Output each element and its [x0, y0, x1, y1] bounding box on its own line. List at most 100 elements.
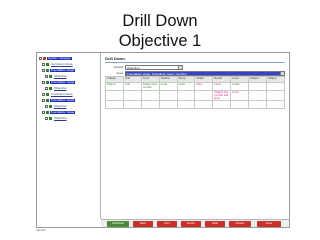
- tree-item-label: System manager: [47, 56, 72, 60]
- expand-icon[interactable]: [45, 75, 48, 78]
- tree-item[interactable]: Objective: [45, 74, 68, 79]
- header-divider: [105, 62, 285, 63]
- tree-item-label: Curriculum Area: [51, 62, 73, 66]
- table-cell: Subject and number and level: [212, 90, 232, 101]
- table-row[interactable]: Subject Year Subject and number Level Level A…: [105, 82, 285, 91]
- table-cell: Level: [158, 82, 178, 91]
- tree-item[interactable]: Foundation stage: [42, 110, 76, 115]
- expand-icon[interactable]: [42, 111, 45, 114]
- table-cell: Level: [176, 82, 196, 91]
- toolbar-button[interactable]: Close: [257, 221, 281, 227]
- toolbar-button[interactable]: Print: [157, 221, 177, 227]
- folder-icon: [49, 87, 52, 90]
- table-cell: [266, 90, 285, 101]
- tree-item-label: Foundation stage: [50, 98, 76, 102]
- toolbar-button[interactable]: Options: [229, 221, 251, 227]
- tree-item-label: Objective: [54, 74, 67, 78]
- tree-item-label: Objective: [54, 86, 67, 90]
- expand-icon[interactable]: [42, 93, 45, 96]
- filter-criteria-value: Objective: [127, 65, 140, 70]
- tree-item-label: Curriculum Area: [51, 92, 73, 96]
- folder-icon: [46, 63, 49, 66]
- tree-item[interactable]: Curriculum Area: [42, 92, 74, 97]
- folder-icon: [46, 69, 49, 72]
- app-window: System manager Curriculum Area Foundation …: [36, 52, 290, 228]
- table-cell: [194, 90, 214, 101]
- table-cell: [158, 100, 178, 109]
- folder-icon: [46, 93, 49, 96]
- tree-item[interactable]: Foundation stage: [42, 98, 76, 103]
- footer-text: Version: [36, 228, 47, 232]
- slide-subtitle: Objective 1: [118, 32, 202, 50]
- tree-item[interactable]: Objective: [45, 116, 68, 121]
- slide-title: Drill Down: [122, 12, 198, 30]
- pane-header: Drill Down: [105, 56, 125, 61]
- table-row[interactable]: Subject and number and level Level: [105, 90, 285, 101]
- table-cell: [248, 100, 268, 109]
- table-cell: [105, 100, 124, 109]
- expand-icon[interactable]: [42, 69, 45, 72]
- folder-icon: [49, 75, 52, 78]
- table-cell: Subject: [105, 82, 124, 91]
- table-cell: [122, 100, 142, 109]
- toolbar-button[interactable]: Chart: [205, 221, 225, 227]
- filter-criteria-label: Criteria: [113, 65, 123, 69]
- expand-icon[interactable]: [45, 105, 48, 108]
- tree-item[interactable]: Objective: [45, 86, 68, 91]
- table-cell: [140, 100, 160, 109]
- table-cell: [266, 100, 285, 109]
- chevron-down-icon[interactable]: [280, 71, 284, 75]
- tree-item[interactable]: Curriculum Area: [42, 62, 74, 67]
- table-cell: Year: [122, 82, 142, 91]
- tree-item-label: Foundation stage: [50, 110, 76, 114]
- table-cell: Level: [212, 82, 232, 91]
- table-cell: Subject and number: [140, 82, 160, 91]
- expand-icon[interactable]: [42, 63, 45, 66]
- tree-item[interactable]: Foundation stage: [42, 68, 76, 73]
- folder-icon: [49, 105, 52, 108]
- table-cell: Area: [194, 82, 214, 91]
- tree-item-label: Foundation stage: [50, 68, 76, 72]
- table-cell: Grade: [230, 82, 250, 91]
- table-cell: [194, 100, 214, 109]
- filter-area-value: Foundation stage: Individual / team / Nu…: [127, 71, 187, 76]
- tree-item[interactable]: Objective: [45, 104, 68, 109]
- tree-pane: System manager Curriculum Area Foundation …: [37, 53, 101, 219]
- table-cell: [230, 100, 250, 109]
- tree-item[interactable]: Foundation stage: [42, 80, 76, 85]
- toolbar-button[interactable]: Export: [181, 221, 201, 227]
- toolbar-button[interactable]: Drill Down: [107, 221, 129, 227]
- table-row[interactable]: [105, 100, 285, 109]
- filter-criteria-select[interactable]: Objective: [125, 64, 183, 70]
- filter-area-label: Area: [116, 71, 123, 75]
- filter-area-select[interactable]: Foundation stage: Individual / team / Nu…: [125, 70, 285, 76]
- tree-item-label: Objective: [54, 116, 67, 120]
- results-table: Criteria Year Level Teacher Score Grade Result…: [105, 76, 285, 109]
- folder-icon: [49, 117, 52, 120]
- toolbar-button[interactable]: Back: [133, 221, 153, 227]
- folder-icon: [43, 57, 46, 60]
- table-cell: Level: [230, 90, 250, 101]
- table-cell: [140, 90, 160, 101]
- expand-icon[interactable]: [42, 99, 45, 102]
- table-cell: [248, 82, 268, 91]
- expand-icon[interactable]: [45, 117, 48, 120]
- folder-icon: [46, 99, 49, 102]
- chevron-down-icon[interactable]: [178, 65, 182, 69]
- table-cell: [266, 82, 285, 91]
- button-toolbar: Drill Down Back Print Export Chart Options Clo…: [101, 219, 289, 227]
- expand-icon[interactable]: [42, 81, 45, 84]
- table-cell: [248, 90, 268, 101]
- expand-icon[interactable]: [45, 87, 48, 90]
- tree-item-label: Objective: [54, 104, 67, 108]
- table-cell: [176, 90, 196, 101]
- table-cell: [176, 100, 196, 109]
- table-cell: [105, 90, 124, 101]
- tree-item[interactable]: System manager: [39, 56, 72, 61]
- folder-icon: [46, 111, 49, 114]
- table-cell: [122, 90, 142, 101]
- table-cell: [212, 100, 232, 109]
- tree-item-label: Foundation stage: [50, 80, 76, 84]
- folder-icon: [46, 81, 49, 84]
- expand-icon[interactable]: [39, 57, 42, 60]
